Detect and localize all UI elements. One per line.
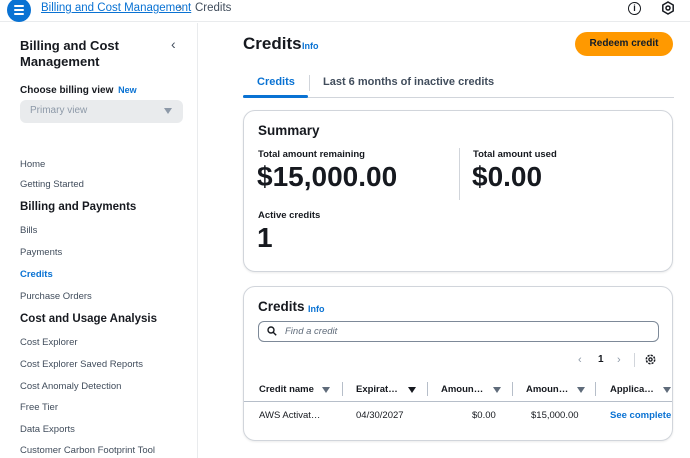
sidebar-item-credits[interactable]: Credits [20,269,53,280]
caret-down-icon [164,108,172,114]
settings-icon[interactable] [661,1,675,15]
breadcrumb-current: Credits [195,2,232,14]
redeem-credit-button[interactable]: Redeem credit [575,32,673,56]
title-info-link[interactable]: Info [302,41,319,51]
total-remaining-label: Total amount remaining [258,149,365,160]
pager-divider [634,353,635,367]
gear-icon[interactable] [644,353,657,366]
sidebar-title: Billing and Cost Management [20,38,119,69]
search-input[interactable] [285,324,645,339]
sort-icon[interactable] [577,387,585,393]
summary-divider [459,148,460,200]
column-header-expiration[interactable]: Expirat… [356,384,398,395]
sidebar-section-cost-usage[interactable]: Cost and Usage Analysis [20,313,157,325]
sidebar-item-bills[interactable]: Bills [20,225,37,236]
active-tab-indicator [243,95,308,98]
breadcrumb-separator-icon: › [178,0,183,15]
sidebar-item-saved-reports[interactable]: Cost Explorer Saved Reports [20,359,143,370]
sidebar-item-carbon-footprint[interactable]: Customer Carbon Footprint Tool [20,445,155,456]
total-used-value: $0.00 [472,161,543,192]
new-badge: New [118,85,137,95]
table-header-divider [244,401,672,402]
billing-view-label-text: Choose billing view [20,85,114,96]
sidebar-section-billing-payments[interactable]: Billing and Payments [20,201,136,213]
see-complete-link[interactable]: See complete [610,410,671,421]
sidebar-item-home[interactable]: Home [20,159,45,170]
sidebar-item-data-exports[interactable]: Data Exports [20,424,75,435]
page-title: Credits [243,34,302,53]
tab-inactive-credits[interactable]: Last 6 months of inactive credits [323,76,494,88]
cell-amount-remaining: $15,000.00 [531,410,579,421]
column-resizer[interactable] [595,382,596,396]
credits-table-card: Credits Info ‹ 1 › Credit name Expirat… … [243,286,673,441]
tab-bar: Credits Last 6 months of inactive credit… [243,72,674,98]
billing-view-select[interactable]: Primary view [20,100,183,123]
collapse-sidebar-icon[interactable]: ‹ [171,36,176,52]
sort-icon[interactable] [663,387,671,393]
top-bar: Billing and Cost Management › Credits i [0,0,690,22]
cell-amount-used: $0.00 [472,410,496,421]
cell-credit-name: AWS Activat… [259,410,321,421]
column-header-credit-name[interactable]: Credit name [259,384,314,395]
summary-card: Summary Total amount remaining $15,000.0… [243,110,673,272]
active-credits-value: 1 [257,222,273,253]
active-credits-label: Active credits [258,210,321,221]
column-resizer[interactable] [342,382,343,396]
total-remaining-value: $15,000.00 [257,161,398,192]
total-used-label: Total amount used [473,149,557,160]
cell-expiration: 04/30/2027 [356,410,404,421]
menu-icon[interactable] [7,0,31,22]
column-header-amount-remaining[interactable]: Amoun… [526,384,568,395]
sidebar: Billing and Cost Management ‹ Choose bil… [0,23,198,458]
info-circle-icon[interactable]: i [628,2,641,15]
tab-credits[interactable]: Credits [257,76,295,88]
next-page-icon[interactable]: › [617,354,621,366]
sidebar-item-free-tier[interactable]: Free Tier [20,402,58,413]
column-header-amount-used[interactable]: Amoun… [441,384,483,395]
sidebar-item-getting-started[interactable]: Getting Started [20,179,84,190]
sidebar-item-purchase-orders[interactable]: Purchase Orders [20,291,92,302]
sort-desc-icon[interactable] [408,387,416,393]
page-number[interactable]: 1 [598,354,604,365]
search-icon [267,326,277,336]
sort-icon[interactable] [493,387,501,393]
column-resizer[interactable] [427,382,428,396]
sidebar-item-anomaly-detection[interactable]: Cost Anomaly Detection [20,381,121,392]
credits-heading: Credits [258,299,305,314]
credits-info-link[interactable]: Info [308,304,325,314]
sort-icon[interactable] [322,387,330,393]
tab-divider [309,75,310,91]
billing-view-label: Choose billing view New [20,85,137,96]
column-header-applicable[interactable]: Applica… [610,384,654,395]
billing-view-value: Primary view [30,105,88,116]
sidebar-item-cost-explorer[interactable]: Cost Explorer [20,337,78,348]
breadcrumb-billing-link[interactable]: Billing and Cost Management [41,2,191,14]
search-field[interactable] [258,321,659,342]
column-resizer[interactable] [512,382,513,396]
sidebar-item-payments[interactable]: Payments [20,247,62,258]
summary-heading: Summary [258,123,320,138]
previous-page-icon[interactable]: ‹ [578,354,582,366]
